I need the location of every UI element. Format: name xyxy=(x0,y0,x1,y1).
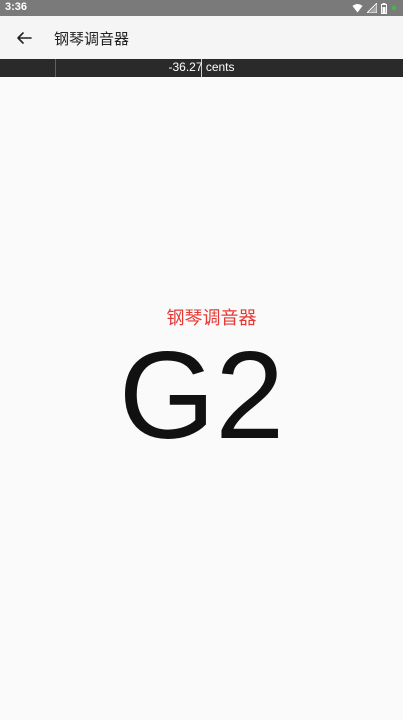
status-icons xyxy=(352,2,397,14)
status-time: 3:36 xyxy=(5,1,28,13)
back-button[interactable] xyxy=(12,26,36,50)
signal-icon xyxy=(367,3,377,13)
cents-readout: -36.27 cents xyxy=(168,60,235,74)
notification-dot-icon xyxy=(391,5,397,11)
arrow-back-icon xyxy=(17,32,32,44)
cents-meter: -36.27 cents xyxy=(0,59,403,77)
battery-icon xyxy=(381,2,387,14)
status-bar: 3:36 xyxy=(0,0,403,16)
detected-note: G2 xyxy=(118,327,285,465)
tuner-display: 钢琴调音器 G2 xyxy=(0,77,403,720)
app-title: 钢琴调音器 xyxy=(54,30,130,48)
wifi-icon xyxy=(352,4,363,13)
app-bar: 钢琴调音器 xyxy=(0,16,403,59)
